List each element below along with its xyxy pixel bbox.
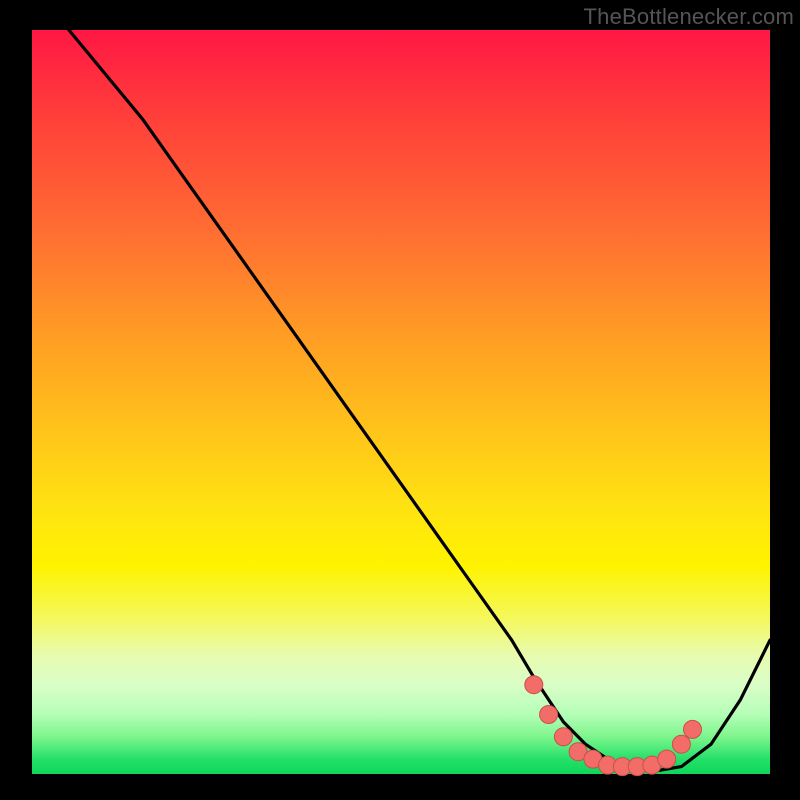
minimum-markers [525, 676, 702, 776]
plot-area [32, 30, 770, 774]
minimum-marker [554, 728, 572, 746]
watermark-text: TheBottlenecker.com [584, 4, 794, 30]
chart-frame: TheBottlenecker.com [0, 0, 800, 800]
curve-svg [32, 30, 770, 774]
minimum-marker [525, 676, 543, 694]
bottleneck-curve [69, 30, 770, 770]
minimum-marker [658, 750, 676, 768]
minimum-marker [684, 720, 702, 738]
minimum-marker [540, 706, 558, 724]
minimum-marker [672, 735, 690, 753]
